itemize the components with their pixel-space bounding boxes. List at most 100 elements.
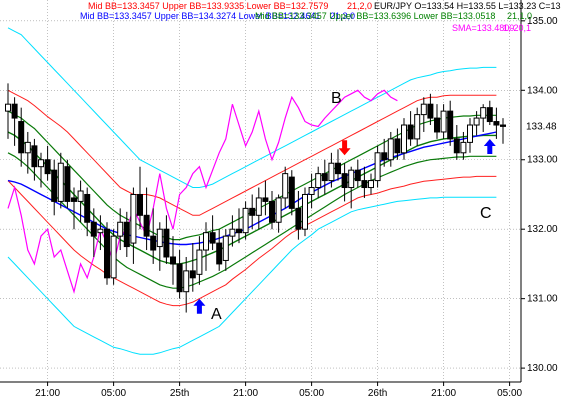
candle-body-down: [493, 121, 500, 126]
candle-body-down: [216, 242, 223, 265]
x-tick-label: 05:00: [101, 388, 126, 399]
candle-body-down: [354, 169, 361, 182]
candle-body-down: [381, 152, 388, 161]
x-tick-label: 21:00: [233, 388, 258, 399]
candle-body-down: [269, 200, 275, 223]
candle-body-up: [38, 159, 44, 168]
y-tick-label: 133.00: [527, 155, 558, 166]
candle-body-down: [189, 270, 196, 279]
candle-body-down: [453, 138, 460, 154]
candle-body-up: [57, 162, 64, 202]
candle-body-down: [84, 193, 91, 223]
annotation-label-a: A: [211, 306, 222, 323]
legend-line1-bb: Mid BB=133.3457 Upper BB=133.9335 Lower …: [88, 1, 328, 11]
candle-body-up: [480, 107, 487, 119]
candle-body-down: [123, 221, 130, 248]
candle-body-down: [335, 162, 341, 175]
candle-body-up: [467, 124, 473, 143]
legend-ohlc: EUR/JPY O=133.54 H=133.55 L=133.23 C=133…: [374, 1, 561, 11]
legend-line3-bb: Mid BB=133.3457 Upper BB=133.6396 Lower …: [255, 11, 495, 21]
candle-body-up: [255, 197, 262, 216]
candle-body-up: [130, 193, 137, 244]
x-tick-label: 21:00: [431, 388, 456, 399]
x-tick-label: 21:00: [35, 388, 60, 399]
candle-body-up: [110, 235, 117, 279]
candle-body-down: [321, 173, 328, 182]
candle-body-up: [282, 173, 289, 199]
candle-body-down: [209, 232, 216, 244]
candle-body-down: [361, 180, 368, 189]
candle-body-down: [31, 145, 38, 168]
y-tick-label: 134.00: [527, 85, 558, 96]
y-tick-label: 132.00: [527, 224, 558, 235]
candle-body-up: [5, 103, 11, 112]
candle-body-up: [368, 180, 374, 189]
candle-body-down: [137, 193, 143, 216]
candle-body-down: [64, 166, 71, 202]
candle-body-up: [229, 228, 236, 237]
candle-body-up: [222, 235, 229, 261]
y-tick-label: 131.00: [527, 294, 558, 305]
candlestick-chart: 130.00131.00132.00133.00134.00135.00133.…: [0, 0, 561, 401]
candle-body-down: [288, 176, 295, 209]
candle-body-down: [295, 207, 302, 230]
candle-body-up: [308, 187, 315, 195]
candle-body-down: [500, 124, 506, 127]
candle-body-up: [420, 103, 427, 116]
candle-body-down: [176, 263, 183, 293]
candle-body-up: [440, 110, 447, 133]
candle-body-down: [71, 197, 77, 202]
candle-body-down: [249, 207, 256, 216]
candle-body-up: [97, 228, 104, 234]
candle-body-up: [117, 221, 124, 237]
candle-body-down: [163, 228, 170, 258]
candle-body-up: [473, 117, 480, 126]
x-tick-label: 05:00: [299, 388, 324, 399]
candle-body-down: [51, 169, 58, 202]
annotation-label-b: B: [331, 90, 342, 107]
y-tick-label: 130.00: [527, 363, 558, 374]
candle-body-up: [315, 173, 322, 189]
candle-body-up: [302, 193, 308, 230]
candle-body-down: [44, 159, 51, 175]
candle-body-down: [341, 173, 348, 189]
x-tick-label: 05:00: [497, 388, 522, 399]
candle-body-up: [24, 141, 31, 154]
legend-line3-params: 21,1,0: [507, 11, 532, 21]
candle-body-up: [328, 162, 335, 182]
candle-body-down: [236, 228, 242, 234]
x-tick-label: 26th: [368, 388, 387, 399]
candle-body-down: [486, 107, 493, 123]
candle-body-up: [196, 249, 203, 275]
candle-body-down: [407, 124, 414, 140]
x-tick-label: 25th: [170, 388, 189, 399]
candle-body-up: [348, 169, 355, 189]
candle-body-up: [183, 270, 190, 293]
candle-body-up: [401, 124, 407, 154]
candle-body-down: [427, 103, 434, 119]
legend-sma-params: 1,-20,1: [503, 23, 531, 33]
candle-body-up: [374, 152, 381, 182]
candle-body-down: [447, 110, 454, 140]
candle-body-up: [156, 228, 163, 248]
last-price-label: 133.48: [526, 121, 557, 132]
candle-body-up: [77, 190, 84, 202]
candle-body-down: [90, 221, 97, 237]
candle-body-up: [414, 114, 421, 140]
candle-body-down: [394, 138, 401, 154]
candle-body-down: [18, 121, 25, 154]
candle-body-down: [104, 228, 110, 279]
candle-body-up: [275, 197, 282, 223]
candle-body-down: [11, 103, 18, 119]
candle-body-down: [262, 197, 269, 202]
candle-body-up: [203, 232, 209, 251]
candle-body-down: [170, 256, 176, 265]
annotation-label-c: C: [480, 205, 492, 222]
candle-body-down: [434, 117, 440, 133]
candle-body-up: [242, 207, 249, 234]
candle-body-up: [460, 141, 467, 154]
chart-container: 130.00 131.00 132.00 133.00 134.00 135.00 133.…: [0, 0, 561, 401]
candle-body-down: [143, 214, 150, 237]
legend-line1-params: 21,2,0: [347, 1, 372, 11]
candle-body-down: [150, 235, 157, 251]
